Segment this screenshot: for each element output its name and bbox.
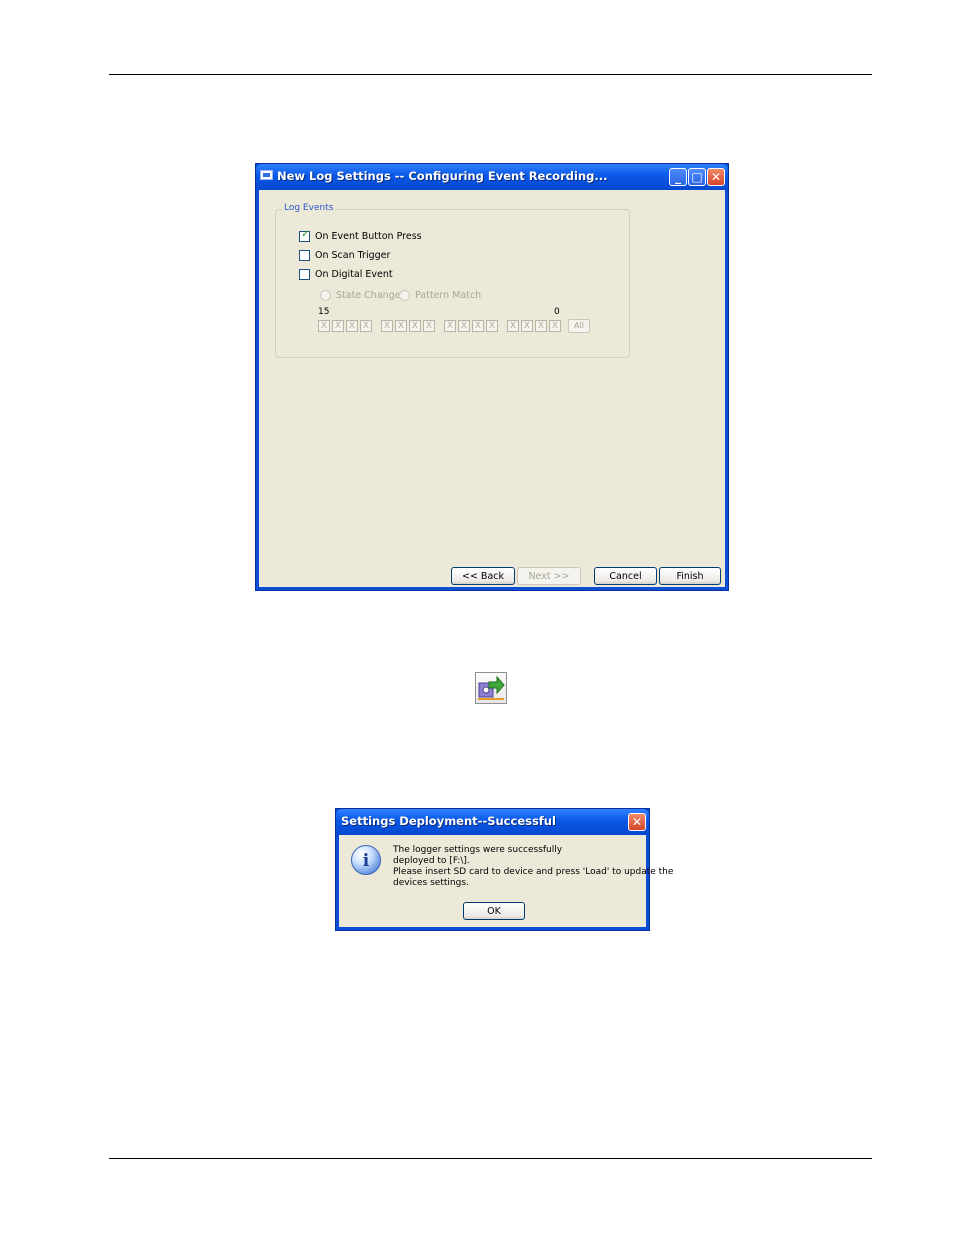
state-change-radio[interactable] — [320, 290, 331, 301]
bit-box-6[interactable]: X — [458, 320, 470, 332]
dialog-close-button[interactable]: ✕ — [628, 813, 646, 831]
close-button[interactable]: ✕ — [707, 168, 725, 186]
log-events-groupbox: Log Events ✓ On Event Button Press On Sc… — [275, 203, 630, 358]
bit-box-13[interactable]: X — [346, 320, 358, 332]
bit-box-4[interactable]: X — [486, 320, 498, 332]
scan-trigger-checkbox[interactable] — [299, 250, 310, 261]
digital-event-label[interactable]: On Digital Event — [315, 269, 393, 280]
bit-box-15[interactable]: X — [318, 320, 330, 332]
bit-box-2[interactable]: X — [521, 320, 533, 332]
all-bits-button[interactable]: All — [568, 319, 590, 333]
deploy-arrow-icon — [478, 675, 505, 700]
bit-low-label: 0 — [554, 307, 560, 317]
bit-box-10[interactable]: X — [395, 320, 407, 332]
close-icon: ✕ — [710, 170, 722, 184]
bit-box-1[interactable]: X — [535, 320, 547, 332]
settings-deployment-dialog: Settings Deployment--Successful ✕ i The … — [335, 808, 673, 931]
dialog-message: The logger settings were successfully de… — [393, 845, 674, 889]
bit-box-14[interactable]: X — [332, 320, 344, 332]
message-line: devices settings. — [393, 878, 469, 888]
bit-box-9[interactable]: X — [409, 320, 421, 332]
dialog-title: Settings Deployment--Successful — [341, 814, 556, 828]
maximize-button[interactable]: □ — [688, 168, 706, 186]
group-label: Log Events — [282, 203, 336, 213]
bit-box-7[interactable]: X — [444, 320, 456, 332]
state-change-label[interactable]: State Change — [336, 290, 401, 301]
bit-box-8[interactable]: X — [423, 320, 435, 332]
cancel-button[interactable]: Cancel — [594, 567, 657, 585]
dialog-client-area: i The logger settings were successfully … — [339, 835, 673, 927]
message-line: The logger settings were successfully — [393, 845, 563, 855]
info-icon: i — [351, 845, 381, 875]
next-button[interactable]: Next >> — [517, 567, 581, 585]
new-log-settings-window: New Log Settings -- Configuring Event Re… — [255, 163, 729, 591]
bit-box-0[interactable]: X — [549, 320, 561, 332]
bit-box-12[interactable]: X — [360, 320, 372, 332]
back-button[interactable]: << Back — [451, 567, 515, 585]
footer-rule — [109, 1158, 872, 1159]
bit-box-3[interactable]: X — [507, 320, 519, 332]
event-button-press-checkbox[interactable]: ✓ — [299, 229, 310, 242]
close-icon: ✕ — [631, 815, 643, 829]
ok-button[interactable]: OK — [463, 902, 525, 920]
window-client-area: Log Events ✓ On Event Button Press On Sc… — [259, 190, 725, 587]
finish-button[interactable]: Finish — [659, 567, 721, 585]
pattern-match-label[interactable]: Pattern Match — [415, 290, 481, 301]
window-title: New Log Settings -- Configuring Event Re… — [277, 169, 608, 183]
minimize-icon: _ — [675, 170, 681, 184]
checkmark-icon: ✓ — [301, 229, 310, 240]
digital-event-checkbox[interactable] — [299, 269, 310, 280]
bit-high-label: 15 — [318, 307, 330, 317]
title-bar[interactable]: New Log Settings -- Configuring Event Re… — [256, 164, 728, 190]
deploy-settings-icon — [475, 672, 507, 704]
pattern-match-radio[interactable] — [399, 290, 410, 301]
dialog-title-bar[interactable]: Settings Deployment--Successful ✕ — [336, 809, 649, 835]
event-button-press-label[interactable]: On Event Button Press — [315, 231, 422, 242]
message-line: Please insert SD card to device and pres… — [393, 867, 674, 877]
bit-box-5[interactable]: X — [472, 320, 484, 332]
message-line: deployed to [F:\]. — [393, 856, 470, 866]
maximize-icon: □ — [691, 170, 703, 184]
header-rule — [109, 74, 872, 75]
bit-pattern-row: X X X X X X X X X X X X X X X X All — [318, 319, 598, 334]
minimize-button[interactable]: _ — [669, 168, 687, 186]
scan-trigger-label[interactable]: On Scan Trigger — [315, 250, 390, 261]
app-icon — [260, 170, 273, 180]
bit-box-11[interactable]: X — [381, 320, 393, 332]
